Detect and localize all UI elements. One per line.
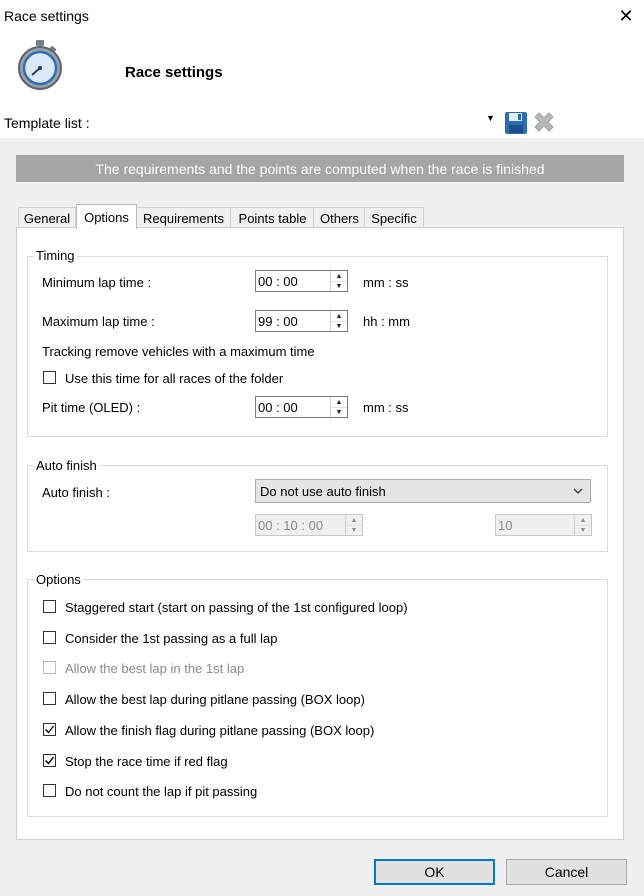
tracking-remove-text: Tracking remove vehicles with a maximum … [42,344,315,359]
save-icon[interactable] [504,110,528,136]
option-checkbox-1[interactable] [43,631,56,644]
options-group-title: Options [34,572,83,587]
option-checkbox-0[interactable] [43,600,56,613]
use-time-all-races-label: Use this time for all races of the folde… [65,371,284,386]
use-time-all-races-checkbox[interactable] [43,371,56,384]
max-lap-time-input[interactable]: 99 : 00 ▲ ▼ [255,310,348,332]
checkmark-icon [45,725,55,734]
pit-time-label: Pit time (OLED) : [42,400,141,415]
min-lap-unit: mm : ss [363,275,409,290]
option-label-1: Consider the 1st passing as a full lap [65,631,278,646]
tab-points-table[interactable]: Points table [230,207,315,228]
checkmark-icon [45,756,55,765]
ok-button[interactable]: OK [374,859,495,885]
close-icon[interactable]: ✕ [608,0,644,33]
option-label-4: Allow the finish flag during pitlane pas… [65,723,375,738]
pit-time-unit: mm : ss [363,400,409,415]
min-lap-label: Minimum lap time : [42,275,152,290]
window-title: Race settings [4,8,89,24]
tab-general[interactable]: General [18,207,76,228]
template-row: Template list : ▼ [0,107,644,138]
max-lap-unit: hh : mm [363,314,410,329]
max-lap-label: Maximum lap time : [42,314,155,329]
auto-finish-select[interactable]: Do not use auto finish [255,479,591,503]
option-label-2: Allow the best lap in the 1st lap [65,661,245,676]
spin-down-icon[interactable]: ▼ [331,321,347,331]
spin-down-icon[interactable]: ▼ [346,525,362,535]
min-lap-time-input[interactable]: 00 : 00 ▲ ▼ [255,270,348,292]
tab-others[interactable]: Others [313,207,366,228]
auto-finish-time-input[interactable]: 00 : 10 : 00 ▲ ▼ [255,514,363,536]
tab-options[interactable]: Options [76,204,137,229]
tab-requirements[interactable]: Requirements [135,207,232,228]
option-checkbox-2[interactable] [43,661,56,674]
option-checkbox-3[interactable] [43,692,56,705]
template-list-combo[interactable] [102,111,500,135]
auto-finish-label: Auto finish : [42,485,110,500]
spin-down-icon[interactable]: ▼ [575,525,591,535]
tab-specific[interactable]: Specific [364,207,424,228]
spin-down-icon[interactable]: ▼ [331,281,347,291]
option-label-5: Stop the race time if red flag [65,754,228,769]
chevron-down-icon [573,488,583,494]
option-label-0: Staggered start (start on passing of the… [65,600,408,615]
option-checkbox-5[interactable] [43,754,56,767]
timing-group-title: Timing [34,248,77,263]
option-checkbox-6[interactable] [43,784,56,797]
auto-finish-group-title: Auto finish [34,458,99,473]
delete-icon[interactable] [531,110,557,136]
dialog-header: Race settings [0,33,644,107]
option-label-6: Do not count the lap if pit passing [65,784,258,799]
stopwatch-icon [18,40,62,90]
title-bar: Race settings ✕ [0,0,644,33]
option-checkbox-4[interactable] [43,723,56,736]
dropdown-arrow-icon[interactable]: ▼ [486,113,495,123]
header-title: Race settings [125,64,223,81]
info-banner: The requirements and the points are comp… [16,155,624,182]
template-list-label: Template list : [4,115,90,131]
spin-down-icon[interactable]: ▼ [331,407,347,417]
option-label-3: Allow the best lap during pitlane passin… [65,692,365,707]
pit-time-input[interactable]: 00 : 00 ▲ ▼ [255,396,348,418]
cancel-button[interactable]: Cancel [506,859,627,885]
auto-finish-count-input[interactable]: 10 ▲ ▼ [495,514,592,536]
